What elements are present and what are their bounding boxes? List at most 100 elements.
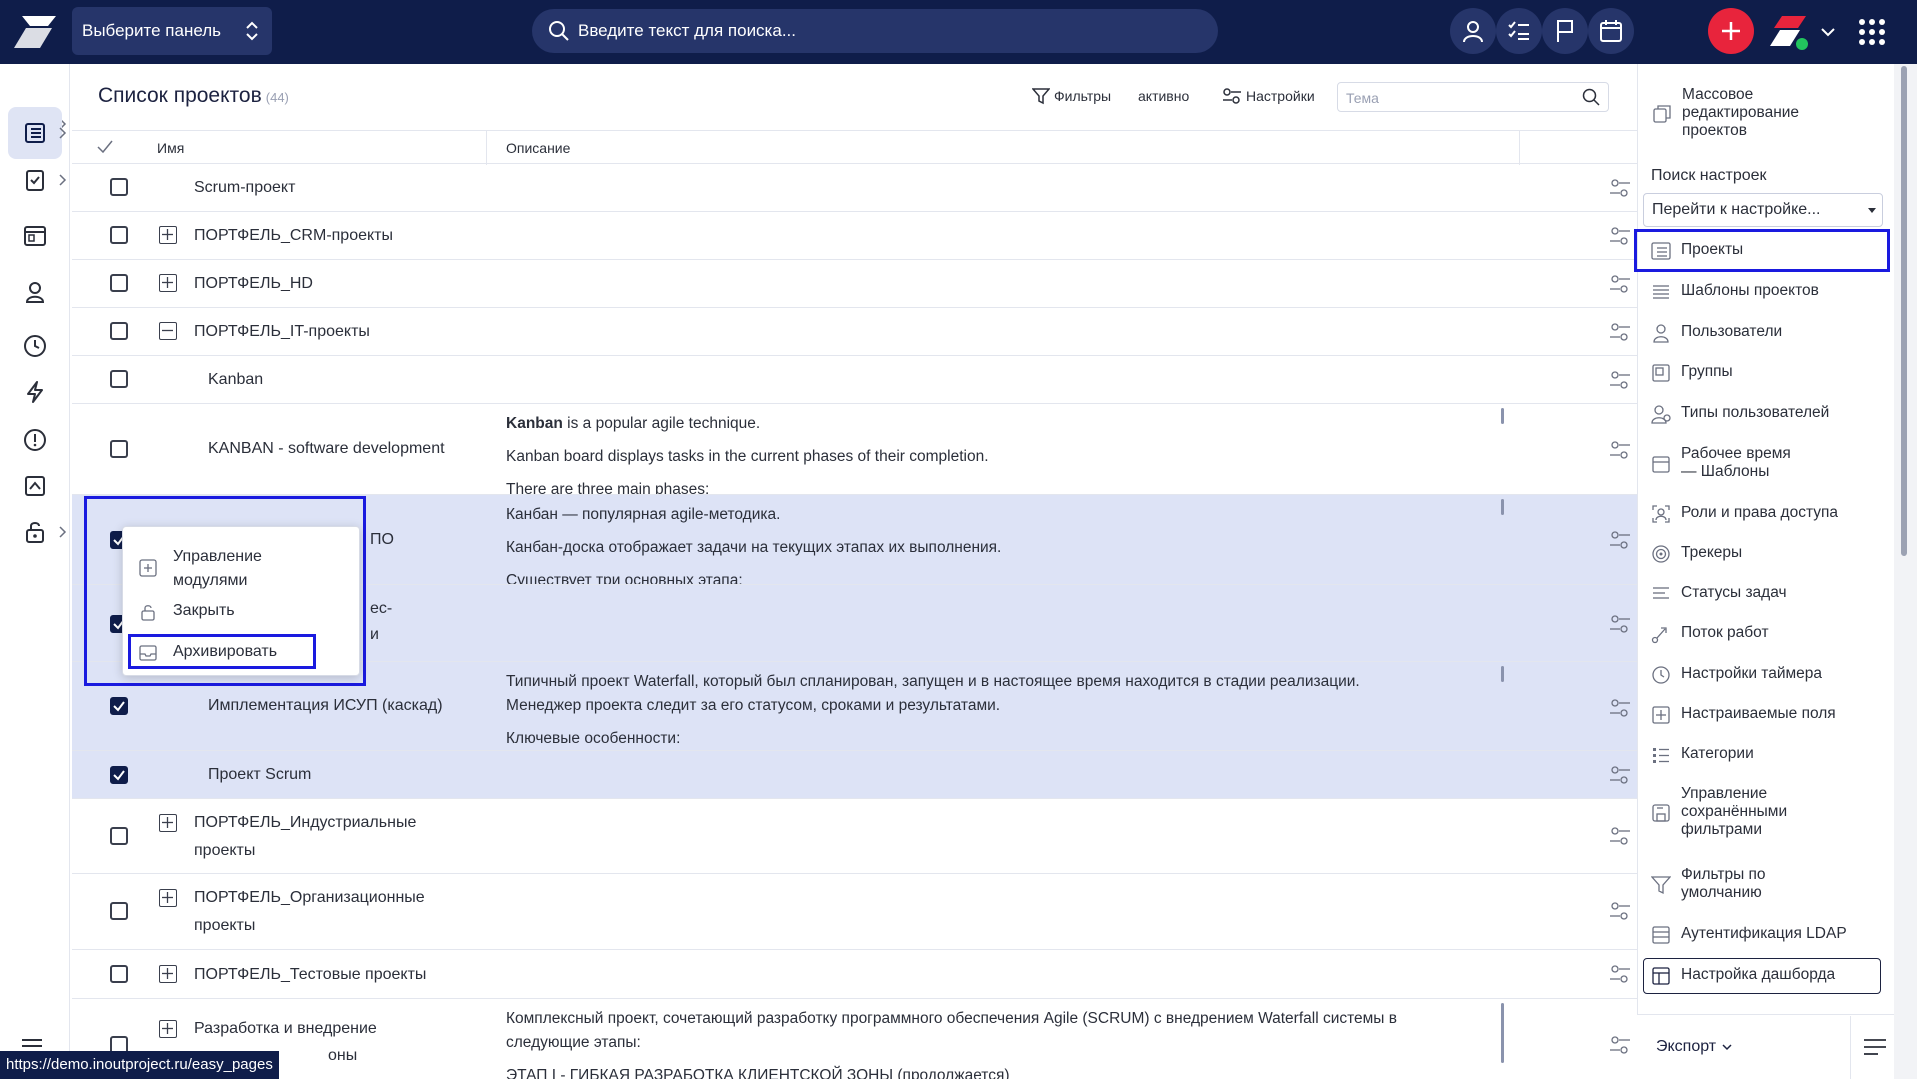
resize-handle[interactable] [1501, 408, 1504, 424]
global-search-input[interactable]: Введите текст для поиска... [532, 9, 1218, 53]
table-row[interactable]: KANBAN - software development Kanban is … [72, 404, 1637, 495]
row-checkbox[interactable] [110, 322, 128, 340]
row-settings-icon[interactable] [1609, 369, 1631, 391]
project-name[interactable]: ПОРТФЕЛЬ_Индустриальные [194, 809, 416, 836]
resize-handle[interactable] [1501, 499, 1504, 515]
row-settings-icon[interactable] [1609, 613, 1631, 635]
select-all-check-icon[interactable] [96, 139, 114, 155]
row-settings-icon[interactable] [1609, 764, 1631, 786]
rail-reports[interactable] [8, 460, 62, 512]
profile-button[interactable] [1450, 8, 1496, 54]
settings-item-roles[interactable]: Роли и права доступа [1651, 504, 1883, 524]
settings-item-projects[interactable]: Проекты [1651, 241, 1883, 261]
active-filter-toggle[interactable]: активно [1138, 88, 1189, 104]
rail-pages[interactable] [8, 210, 62, 262]
settings-item-timer[interactable]: Настройки таймера [1651, 665, 1883, 685]
settings-item-default-filters[interactable]: Фильтры по умолчанию [1651, 866, 1883, 904]
rail-tasks[interactable] [8, 154, 67, 206]
settings-item-user-types[interactable]: Типы пользователей [1651, 404, 1883, 424]
project-name[interactable]: Разработка и внедрение [194, 1015, 377, 1042]
resize-handle[interactable] [1501, 666, 1504, 682]
project-name[interactable]: Имплементация ИСУП (каскад) [208, 692, 443, 719]
table-row[interactable]: Разработка и внедрение оны Комплексный п… [72, 999, 1637, 1079]
tasks-button[interactable] [1496, 8, 1542, 54]
row-settings-icon[interactable] [1609, 900, 1631, 922]
row-checkbox[interactable] [110, 274, 128, 292]
table-row[interactable]: ПОРТФЕЛЬ_IT-проекты [72, 308, 1637, 356]
row-settings-icon[interactable] [1609, 439, 1631, 461]
rail-projects[interactable] [8, 107, 67, 159]
theme-search-input[interactable]: Тема [1337, 82, 1609, 112]
row-checkbox[interactable] [110, 902, 128, 920]
row-settings-icon[interactable] [1609, 225, 1631, 247]
project-name[interactable]: Scrum-проект [194, 174, 295, 201]
panel-menu-icon[interactable] [1862, 1036, 1888, 1058]
table-row[interactable]: ПОРТФЕЛЬ_Тестовые проекты [72, 950, 1637, 999]
project-name[interactable]: Kanban [208, 366, 263, 393]
expand-toggle[interactable] [159, 965, 177, 983]
collapse-toggle[interactable] [159, 322, 177, 340]
row-checkbox-checked[interactable] [110, 766, 128, 784]
table-row[interactable]: Kanban [72, 356, 1637, 404]
calendar-button[interactable] [1588, 8, 1634, 54]
rail-automation[interactable] [8, 366, 62, 418]
column-description-header[interactable]: Описание [506, 140, 570, 156]
table-row[interactable]: ПОРТФЕЛЬ_Индустриальные проекты [72, 799, 1637, 874]
table-row[interactable]: ПОРТФЕЛЬ_HD [72, 260, 1637, 308]
expand-toggle[interactable] [159, 889, 177, 907]
row-checkbox[interactable] [110, 178, 128, 196]
project-name-fragment[interactable]: и [370, 621, 379, 648]
project-name[interactable]: ПОРТФЕЛЬ_Организационные [194, 884, 425, 911]
settings-item-groups[interactable]: Группы [1651, 363, 1883, 383]
menu-item-manage-modules[interactable]: Управление модулями [139, 545, 339, 593]
filters-button[interactable]: Фильтры [1032, 88, 1111, 105]
project-name[interactable]: проекты [194, 912, 255, 939]
row-checkbox[interactable] [110, 440, 128, 458]
expand-toggle[interactable] [159, 226, 177, 244]
table-row[interactable]: ПОРТФЕЛЬ_CRM-проекты [72, 212, 1637, 260]
rail-users[interactable] [8, 266, 62, 318]
project-name[interactable]: проекты [194, 837, 255, 864]
table-row[interactable]: Scrum-проект [72, 164, 1637, 212]
project-name[interactable]: ПОРТФЕЛЬ_IT-проекты [194, 318, 370, 345]
flag-button[interactable] [1542, 8, 1588, 54]
rail-alerts[interactable] [8, 414, 62, 466]
menu-item-close[interactable]: Закрыть [139, 599, 339, 625]
app-logo-icon[interactable] [12, 14, 60, 50]
expand-toggle[interactable] [159, 1020, 177, 1038]
project-name[interactable]: Проект Scrum [208, 761, 311, 788]
row-settings-icon[interactable] [1609, 697, 1631, 719]
settings-item-ldap[interactable]: Аутентификация LDAP [1651, 925, 1883, 945]
row-settings-icon[interactable] [1609, 177, 1631, 199]
project-name-fragment[interactable]: ес- [370, 595, 392, 622]
row-checkbox-checked[interactable] [110, 697, 128, 715]
column-name-header[interactable]: Имя [157, 140, 184, 156]
row-checkbox[interactable] [110, 965, 128, 983]
project-name[interactable]: оны [328, 1042, 357, 1069]
expand-toggle[interactable] [159, 814, 177, 832]
row-settings-icon[interactable] [1609, 321, 1631, 343]
row-settings-icon[interactable] [1609, 963, 1631, 985]
row-settings-icon[interactable] [1609, 825, 1631, 847]
settings-item-saved-filters[interactable]: Управление сохранёнными фильтрами [1651, 785, 1883, 841]
row-checkbox[interactable] [110, 226, 128, 244]
project-name[interactable]: ПОРТФЕЛЬ_Тестовые проекты [194, 961, 426, 988]
settings-item-custom-fields[interactable]: Настраиваемые поля [1651, 705, 1883, 725]
table-row[interactable]: ПОРТФЕЛЬ_Организационные проекты [72, 874, 1637, 950]
settings-item-users[interactable]: Пользователи [1651, 323, 1883, 343]
project-name[interactable]: KANBAN - software development [208, 435, 445, 462]
row-checkbox[interactable] [110, 370, 128, 388]
export-button[interactable]: Экспорт [1656, 1038, 1733, 1056]
rail-time[interactable] [8, 320, 62, 372]
row-settings-icon[interactable] [1609, 1034, 1631, 1056]
settings-button[interactable]: Настройки [1222, 88, 1315, 104]
row-checkbox[interactable] [110, 827, 128, 845]
project-name[interactable]: ПОРТФЕЛЬ_CRM-проекты [194, 222, 393, 249]
row-settings-icon[interactable] [1609, 273, 1631, 295]
panel-select[interactable]: Выберите панель [72, 7, 272, 55]
settings-item-trackers[interactable]: Трекеры [1651, 544, 1883, 564]
project-name-fragment[interactable]: ПО [370, 526, 394, 553]
settings-item-project-templates[interactable]: Шаблоны проектов [1651, 282, 1883, 302]
rail-security[interactable] [8, 506, 67, 558]
settings-item-categories[interactable]: Категории [1651, 745, 1883, 765]
